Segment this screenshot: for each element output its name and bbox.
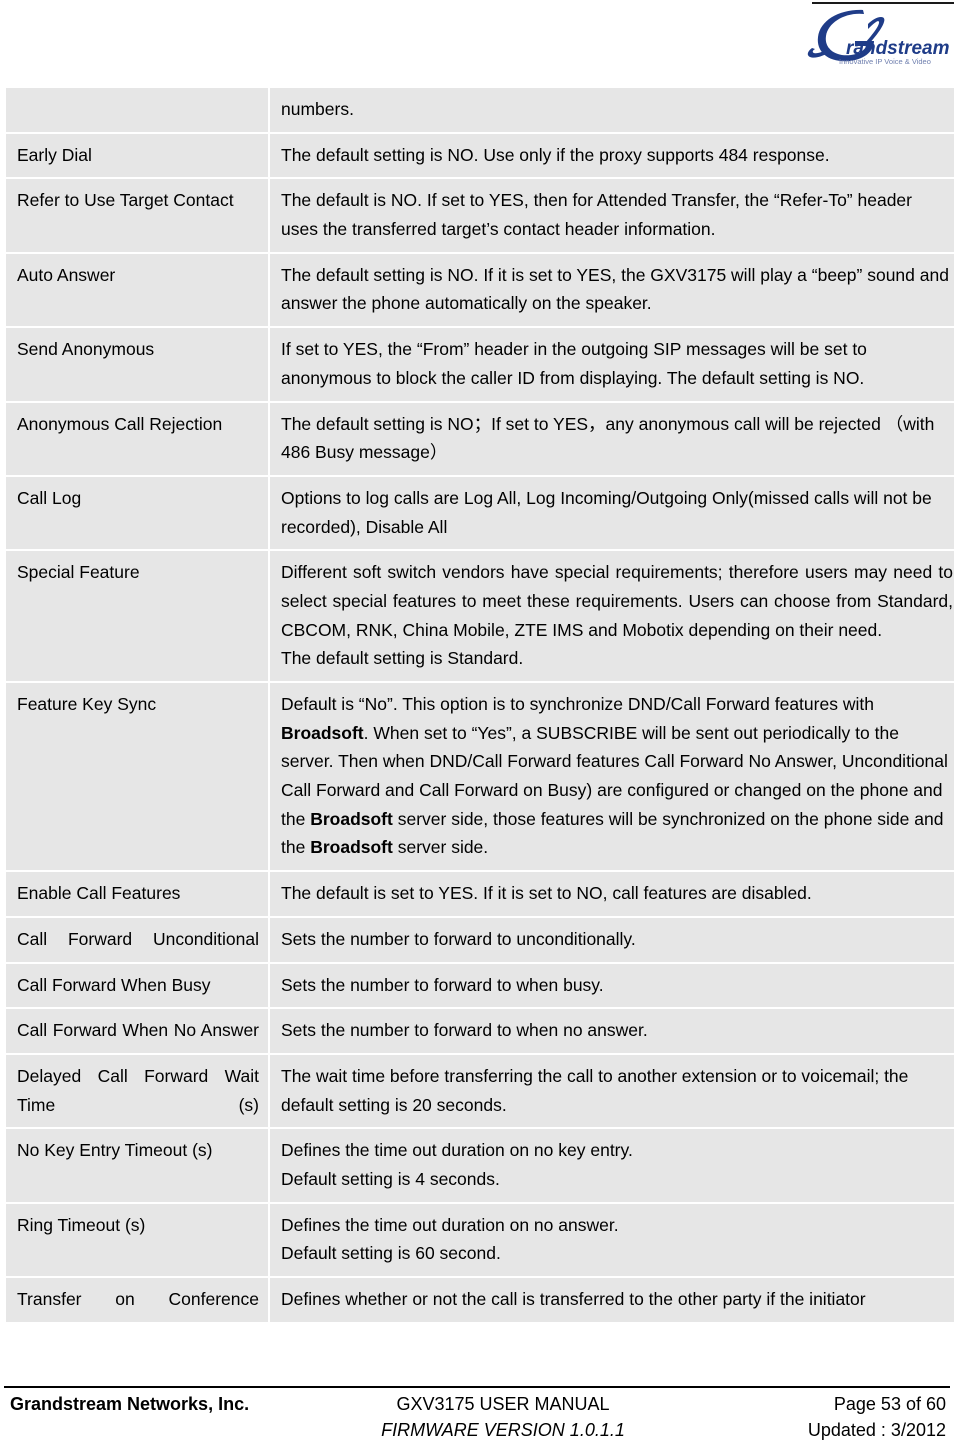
footer-updated-date: Updated : 3/2012	[807, 1419, 946, 1440]
table-row: Enable Call Features The default is set t…	[6, 872, 954, 916]
footer-manual-title: GXV3175 USER MANUAL	[396, 1394, 610, 1414]
svg-text:randstream: randstream	[846, 38, 950, 59]
description-paragraph: Sets the number to forward to unconditio…	[281, 928, 636, 949]
setting-description-cell: Defines the time out duration on no key …	[270, 1129, 954, 1202]
table-row: Call Forward When No Answer Sets the numb…	[6, 1009, 954, 1053]
description-paragraph: Defines the time out duration on no key …	[281, 1140, 633, 1161]
setting-name-cell: Call Log	[6, 476, 268, 550]
emphasis-term: Broadsoft	[310, 837, 393, 858]
header-rule	[812, 2, 954, 4]
setting-description-cell: Sets the number to forward to when busy.	[270, 963, 954, 1008]
setting-name-cell: Transfer on Conference	[6, 1278, 268, 1322]
setting-description-cell: The default is NO. If set to YES, then f…	[270, 179, 954, 252]
table-row: Call Forward Unconditional Sets the numbe…	[6, 917, 954, 962]
description-paragraph: Options to log calls are Log All, Log In…	[281, 487, 932, 537]
description-paragraph: numbers.	[281, 99, 354, 119]
setting-description-cell: Different soft switch vendors have speci…	[270, 551, 954, 681]
setting-name-cell: Auto Answer	[6, 253, 268, 327]
table-row: numbers.	[6, 88, 954, 132]
description-paragraph: Default is “No”. This option is to synch…	[281, 694, 948, 858]
table-row: Anonymous Call Rejection The default sett…	[6, 402, 954, 475]
setting-name-cell: Special Feature	[6, 551, 268, 681]
setting-name-cell	[6, 88, 268, 132]
setting-name-cell: Enable Call Features	[6, 872, 268, 916]
setting-description-cell: The default setting is NO. If it is set …	[270, 253, 954, 327]
table-row: Ring Timeout (s) Defines the time out dur…	[6, 1203, 954, 1276]
table-body: numbers. Early Dial The default setting is…	[6, 88, 954, 1322]
table-row: Transfer on Conference Defines whether or…	[6, 1278, 954, 1322]
setting-description-cell: Default is “No”. This option is to synch…	[270, 683, 954, 871]
setting-description-cell: The default setting is NO. Use only if t…	[270, 133, 954, 178]
description-paragraph: The default setting is NO. Use only if t…	[281, 144, 830, 165]
description-paragraph: The wait time before transferring the ca…	[281, 1065, 909, 1115]
setting-name-cell: Anonymous Call Rejection	[6, 402, 268, 475]
setting-name-cell: Call Forward When Busy	[6, 963, 268, 1008]
description-paragraph: If set to YES, the “From” header in the …	[281, 339, 867, 388]
table-row: No Key Entry Timeout (s) Defines the time…	[6, 1129, 954, 1202]
table-row: Call Forward When Busy Sets the number to…	[6, 963, 954, 1008]
table-row: Special Feature Different soft switch ven…	[6, 551, 954, 681]
footer-document-info: GXV3175 USER MANUAL FIRMWARE VERSION 1.0…	[310, 1392, 716, 1444]
footer-page-number: Page 53 of 60	[833, 1394, 946, 1414]
setting-name-cell: Early Dial	[6, 133, 268, 178]
description-paragraph: Sets the number to forward to when busy.	[281, 974, 604, 995]
setting-name-cell: Call Forward When No Answer	[6, 1009, 268, 1053]
setting-description-cell: Sets the number to forward to when no an…	[270, 1009, 954, 1053]
table-row: Call Log Options to log calls are Log All…	[6, 476, 954, 550]
description-paragraph: The default setting is Standard.	[281, 648, 524, 669]
grandstream-logo: randstream Innovative IP Voice & Video	[806, 8, 954, 70]
description-paragraph: The default setting is NO；If set to YES，…	[281, 413, 935, 463]
table-row: Auto Answer The default setting is NO. If…	[6, 253, 954, 327]
setting-description-cell: numbers.	[270, 88, 954, 132]
table-row: Send Anonymous If set to YES, the “From” …	[6, 328, 954, 401]
setting-name-cell: Delayed Call Forward Wait Time (s)	[6, 1054, 268, 1128]
footer-rule	[4, 1386, 950, 1388]
description-paragraph: The default is set to YES. If it is set …	[281, 883, 812, 904]
table-row: Delayed Call Forward Wait Time (s) The wa…	[6, 1054, 954, 1128]
setting-name-cell: Feature Key Sync	[6, 683, 268, 871]
footer-page-info: Page 53 of 60 Updated : 3/2012	[716, 1392, 954, 1444]
setting-description-cell: Defines whether or not the call is trans…	[270, 1278, 954, 1322]
setting-description-cell: The default setting is NO；If set to YES，…	[270, 402, 954, 475]
setting-description-cell: Sets the number to forward to unconditio…	[270, 917, 954, 962]
setting-name-cell: No Key Entry Timeout (s)	[6, 1129, 268, 1202]
emphasis-term: Broadsoft	[310, 808, 393, 829]
svg-text:Innovative IP Voice & Video: Innovative IP Voice & Video	[839, 57, 931, 66]
setting-name-cell: Refer to Use Target Contact	[6, 179, 268, 252]
description-paragraph: Defines whether or not the call is trans…	[281, 1289, 866, 1309]
setting-name-cell: Call Forward Unconditional	[6, 917, 268, 962]
description-paragraph: The default setting is NO. If it is set …	[281, 264, 949, 314]
setting-description-cell: If set to YES, the “From” header in the …	[270, 328, 954, 401]
description-paragraph: Default setting is 60 second.	[281, 1243, 501, 1264]
table-row: Refer to Use Target Contact The default i…	[6, 179, 954, 252]
emphasis-term: Broadsoft	[281, 722, 364, 743]
setting-description-cell: The default is set to YES. If it is set …	[270, 872, 954, 916]
table-row: Feature Key Sync Default is “No”. This op…	[6, 683, 954, 871]
settings-description-table: numbers. Early Dial The default setting is…	[4, 86, 954, 1324]
table-row: Early Dial The default setting is NO. Use…	[6, 133, 954, 178]
setting-description-cell: The wait time before transferring the ca…	[270, 1054, 954, 1128]
description-paragraph: Defines the time out duration on no answ…	[281, 1214, 619, 1235]
footer-firmware-version: FIRMWARE VERSION 1.0.1.1	[381, 1419, 625, 1440]
footer-content: Grandstream Networks, Inc. GXV3175 USER …	[0, 1392, 954, 1444]
description-paragraph: Sets the number to forward to when no an…	[281, 1020, 648, 1041]
page-footer: Grandstream Networks, Inc. GXV3175 USER …	[0, 1386, 954, 1440]
page-header: randstream Innovative IP Voice & Video	[0, 0, 954, 72]
setting-name-cell: Send Anonymous	[6, 328, 268, 401]
description-paragraph: Default setting is 4 seconds.	[281, 1168, 500, 1189]
description-paragraph: The default is NO. If set to YES, then f…	[281, 190, 912, 240]
description-paragraph: Different soft switch vendors have speci…	[281, 562, 953, 640]
setting-description-cell: Defines the time out duration on no answ…	[270, 1203, 954, 1276]
setting-description-cell: Options to log calls are Log All, Log In…	[270, 476, 954, 550]
setting-name-cell: Ring Timeout (s)	[6, 1203, 268, 1276]
footer-company: Grandstream Networks, Inc.	[10, 1394, 250, 1414]
